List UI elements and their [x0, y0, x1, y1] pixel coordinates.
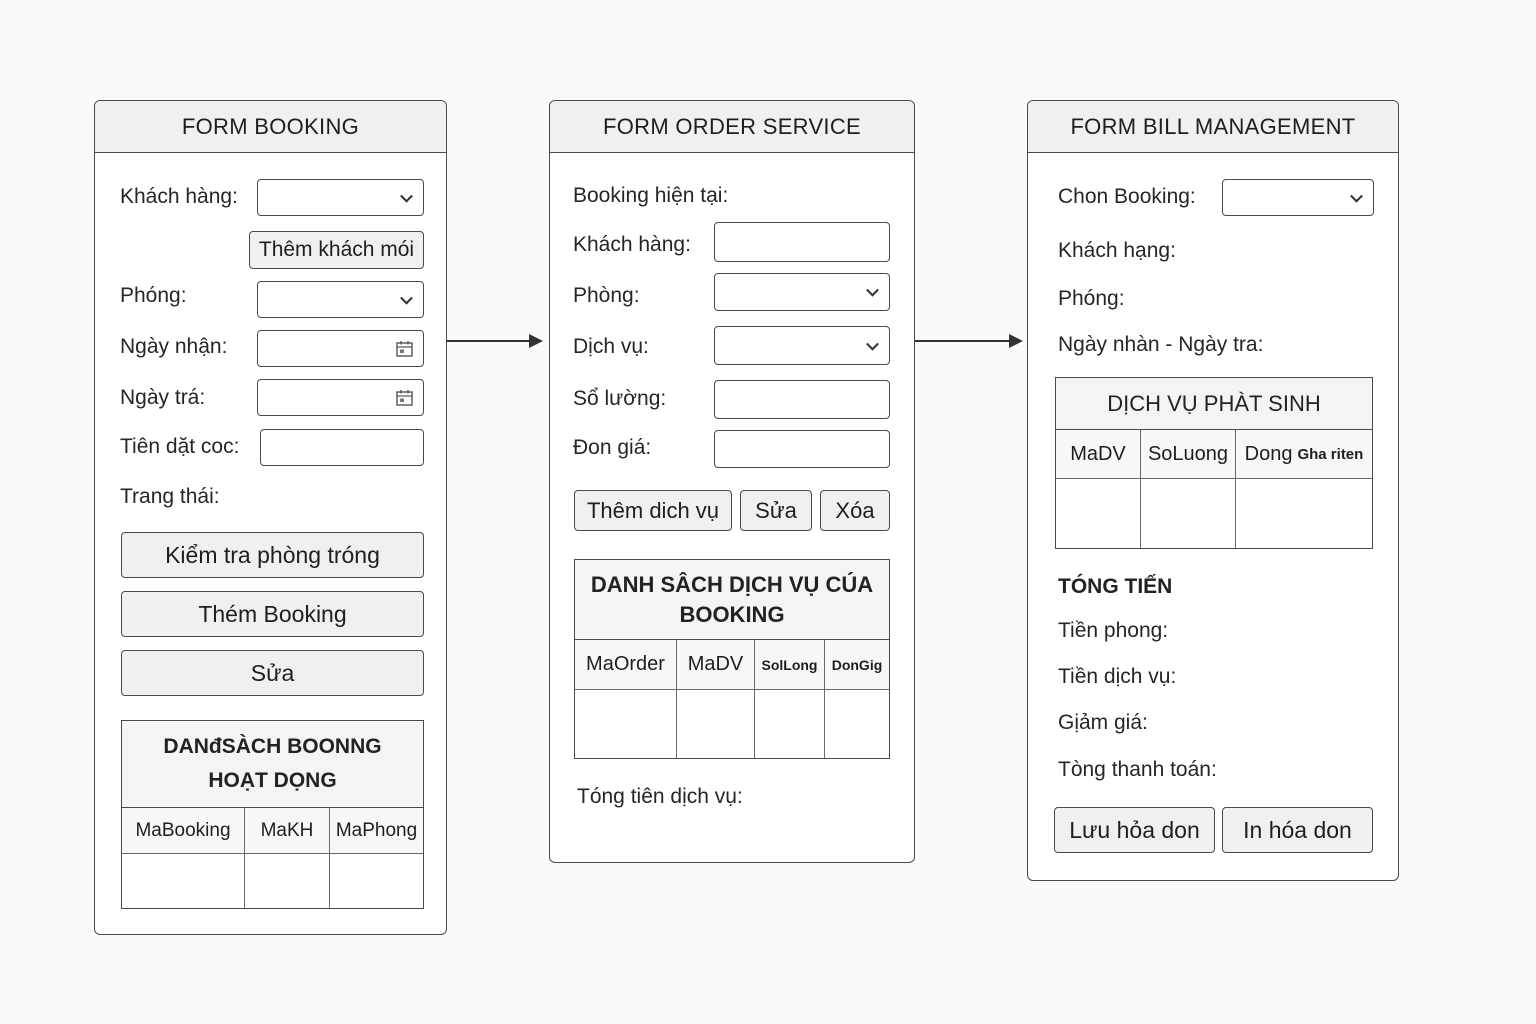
booking-services-table-title: DANH SÂCH DỊCH VỤ CÚA BOOKING — [575, 560, 889, 640]
booking-form-panel: FORM BOOKING Khách hàng: Thêm khách mói … — [94, 100, 447, 935]
bill-dates-label: Ngày nhàn - Ngày tra: — [1058, 333, 1264, 356]
column-header-soluong: SoLuong — [1141, 430, 1236, 478]
edit-booking-button[interactable]: Sửa — [121, 650, 424, 696]
table-cell — [575, 690, 677, 758]
chevron-down-icon — [400, 189, 413, 203]
grand-total-label: Tòng thanh toán: — [1058, 758, 1217, 781]
booking-services-table: DANH SÂCH DỊCH VỤ CÚA BOOKING MaOrder Ma… — [574, 559, 890, 759]
bill-booking-select[interactable] — [1222, 179, 1374, 216]
add-new-customer-button[interactable]: Thêm khách mói — [249, 231, 424, 269]
flow-arrow-icon — [915, 334, 1023, 348]
table-header-row: MaDV SoLuong Dong Gha riten — [1056, 430, 1372, 479]
table-cell — [755, 690, 825, 758]
edit-service-button[interactable]: Sửa — [740, 490, 812, 531]
table-header-row: MaBooking MaKH MaPhong — [122, 808, 423, 854]
table-cell — [1056, 479, 1141, 548]
booking-form-title: FORM BOOKING — [95, 101, 446, 153]
calendar-icon — [396, 340, 413, 357]
order-quantity-input[interactable] — [714, 380, 890, 419]
booking-room-select[interactable] — [257, 281, 424, 318]
table-cell — [330, 854, 423, 908]
table-cell — [122, 854, 245, 908]
table-header-row: MaOrder MaDV SolLong DonGig — [575, 640, 889, 690]
table-cell — [245, 854, 330, 908]
bill-form-title: FORM BILL MANAGEMENT — [1028, 101, 1398, 153]
bill-management-form-panel: FORM BILL MANAGEMENT Chon Booking: Khách… — [1027, 100, 1399, 881]
order-price-input[interactable] — [714, 430, 890, 468]
extra-services-table: DỊCH VỤ PHÀT SINH MaDV SoLuong Dong Gha … — [1055, 377, 1373, 549]
order-customer-input[interactable] — [714, 222, 890, 262]
check-room-availability-button[interactable]: Kiểm tra phòng tróng — [121, 532, 424, 578]
active-bookings-table: DANđSÀCH BOONNG HOẠT DỌNG MaBooking MaKH… — [121, 720, 424, 909]
column-header-madv: MaDV — [677, 640, 755, 689]
table-title-line: HOẠT DỌNG — [208, 769, 337, 792]
chevron-down-icon — [866, 283, 879, 297]
booking-checkin-label: Ngày nhận: — [120, 335, 228, 358]
service-fee-label: Tiền dịch vụ: — [1058, 665, 1177, 688]
table-title-line: DANđSÀCH BOONNG — [163, 734, 382, 758]
table-cell — [677, 690, 755, 758]
column-header-soluong: SolLong — [755, 640, 825, 689]
current-booking-label: Booking hiện tại: — [573, 184, 729, 207]
booking-customer-label: Khách hàng: — [120, 185, 238, 208]
column-header-madv: MaDV — [1056, 430, 1141, 478]
column-header-dongia: Dong Gha riten — [1236, 430, 1372, 478]
flow-arrow-icon — [447, 334, 543, 348]
order-customer-label: Khách hàng: — [573, 233, 691, 256]
table-title-line: BOOKING — [679, 601, 785, 627]
service-total-label: Tóng tiên dịch vụ: — [577, 785, 743, 808]
chevron-down-icon — [400, 291, 413, 305]
bill-customer-label: Khách hạng: — [1058, 239, 1176, 262]
booking-deposit-label: Tiên dặt coc: — [120, 435, 240, 458]
column-header-mabooking: MaBooking — [122, 808, 245, 853]
column-header-makh: MaKH — [245, 808, 330, 853]
select-booking-label: Chon Booking: — [1058, 185, 1196, 208]
order-quantity-label: Sổ lường: — [573, 387, 667, 410]
order-room-select[interactable] — [714, 273, 890, 311]
table-cell — [1236, 479, 1372, 548]
chevron-down-icon — [1350, 189, 1363, 203]
table-row[interactable] — [575, 690, 889, 758]
bill-room-label: Phóng: — [1058, 287, 1125, 310]
order-price-label: Đon giá: — [573, 436, 652, 459]
extra-services-table-title: DỊCH VỤ PHÀT SINH — [1056, 378, 1372, 430]
table-cell — [1141, 479, 1236, 548]
column-header-text: Dong — [1244, 442, 1293, 465]
save-invoice-button[interactable]: Lưu hỏa don — [1054, 807, 1215, 853]
chevron-down-icon — [866, 337, 879, 351]
order-room-label: Phòng: — [573, 284, 640, 307]
booking-deposit-input[interactable] — [260, 429, 424, 466]
column-header-dongia: DonGig — [831, 656, 883, 673]
column-header-maphong: MaPhong — [335, 819, 418, 841]
booking-checkin-date-input[interactable] — [257, 330, 424, 367]
table-cell — [825, 690, 889, 758]
delete-service-button[interactable]: Xóa — [820, 490, 890, 531]
booking-customer-select[interactable] — [257, 179, 424, 216]
booking-checkout-date-input[interactable] — [257, 379, 424, 416]
table-title-line: DANH SÂCH DỊCH VỤ CÚA — [590, 571, 874, 597]
order-service-label: Dịch vụ: — [573, 335, 649, 358]
table-row[interactable] — [1056, 479, 1372, 548]
total-section-title: TÓNG TIẾN — [1058, 575, 1173, 598]
add-service-button[interactable]: Thêm dich vụ — [574, 490, 732, 531]
booking-checkout-label: Ngày trá: — [120, 386, 206, 409]
room-fee-label: Tiền phong: — [1058, 619, 1169, 642]
add-booking-button[interactable]: Thém Booking — [121, 591, 424, 637]
booking-status-label: Trang thái: — [120, 485, 220, 508]
table-row[interactable] — [122, 854, 423, 908]
discount-label: Gịảm giá: — [1058, 711, 1148, 734]
calendar-icon — [396, 389, 413, 406]
order-service-form-panel: FORM ORDER SERVICE Booking hiện tại: Khá… — [549, 100, 915, 863]
active-bookings-table-title: DANđSÀCH BOONNG HOẠT DỌNG — [122, 721, 423, 808]
column-header-text: Gha riten — [1297, 445, 1364, 463]
order-form-title: FORM ORDER SERVICE — [550, 101, 914, 153]
order-service-select[interactable] — [714, 326, 890, 365]
column-header-maorder: MaOrder — [575, 640, 677, 689]
print-invoice-button[interactable]: In hóa don — [1222, 807, 1373, 853]
booking-room-label: Phóng: — [120, 284, 187, 307]
